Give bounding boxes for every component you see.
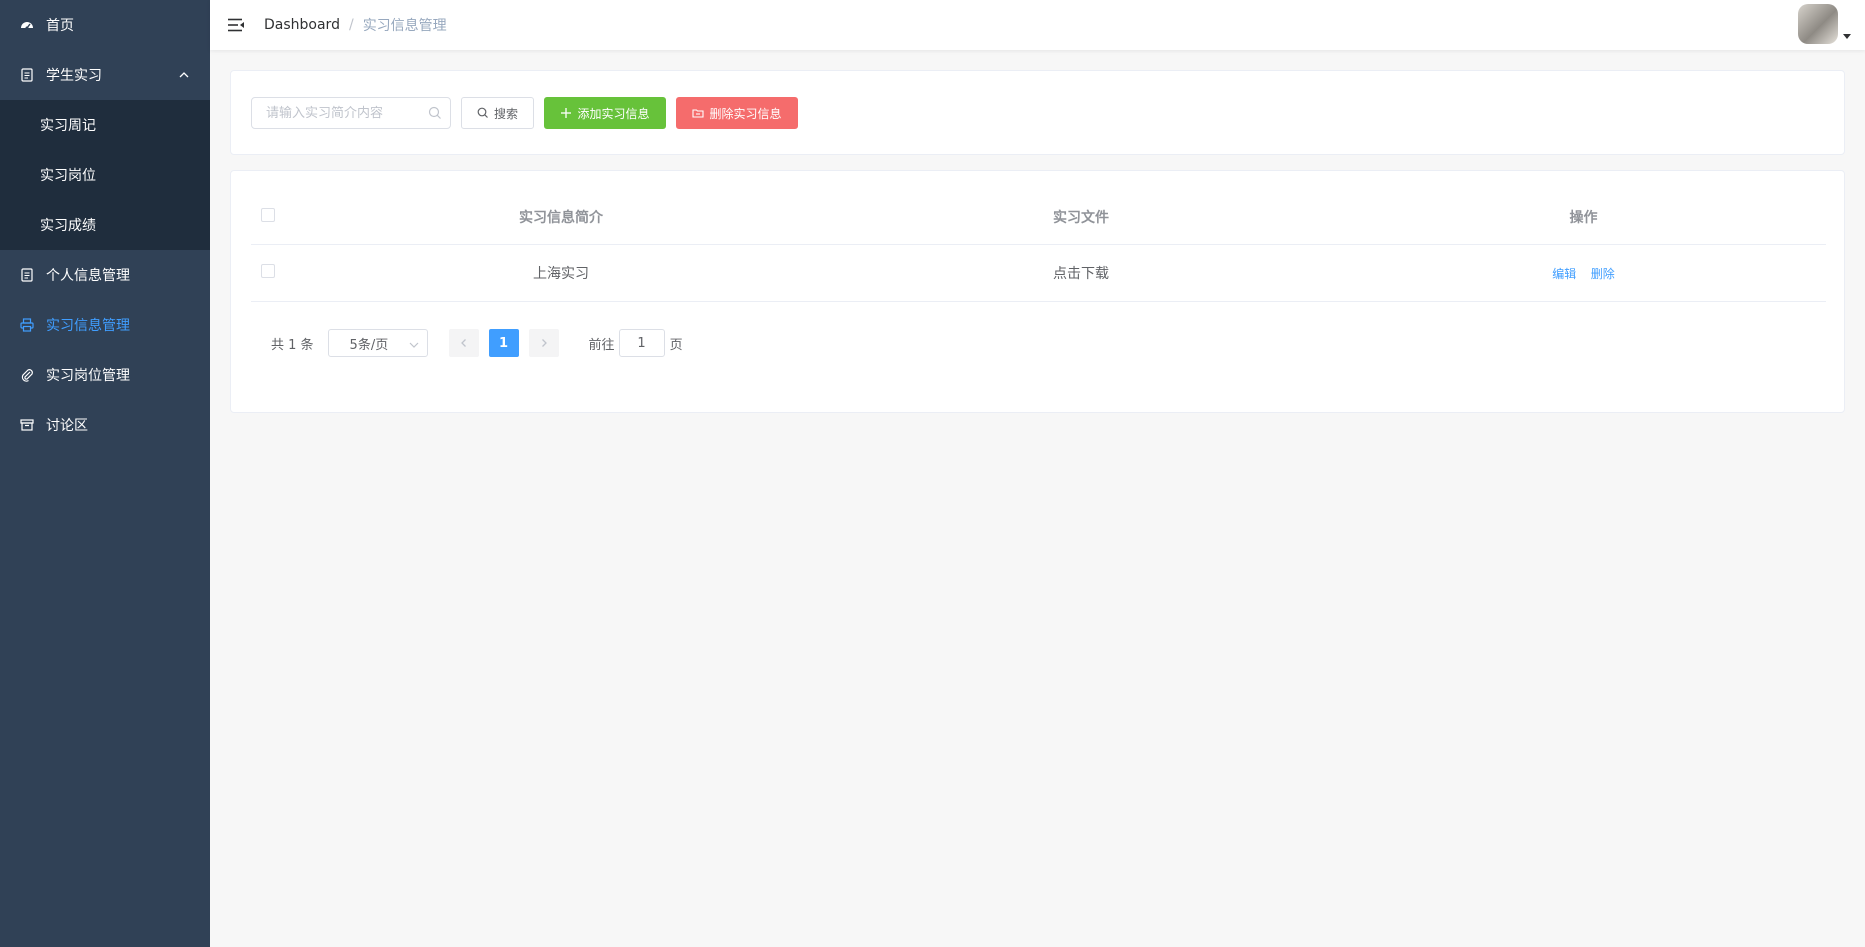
next-page-button[interactable] [528,329,559,357]
folder-delete-icon [692,107,705,119]
internship-table: 实习信息简介 实习文件 操作 上海实习 点击下载 编辑 删除 [251,189,1826,302]
dashboard-icon [20,18,34,32]
archive-icon [20,418,34,432]
sidebar-item-label: 实习岗位 [40,168,96,184]
goto-suffix: 页 [669,337,683,353]
breadcrumb: Dashboard / 实习信息管理 [264,15,447,35]
sidebar-item-label: 讨论区 [46,418,88,434]
column-header-intro: 实习信息简介 [519,209,603,226]
select-all-checkbox[interactable] [261,207,275,222]
sidebar: 首页 学生实习 实习周记 实习岗位 实习成绩 个人信息管理 实习信息管理 实习岗… [0,0,210,947]
caret-down-icon[interactable] [1841,30,1853,42]
pagination: 共 1 条 5条/页 1 前往 页 [271,329,683,357]
search-input-wrapper [251,97,451,129]
document-icon [20,68,34,82]
sidebar-item-internship-position[interactable]: 实习岗位 [0,150,210,200]
search-icon [477,107,489,119]
sidebar-item-label: 实习周记 [40,118,96,134]
navbar: Dashboard / 实习信息管理 [210,0,1865,50]
avatar[interactable] [1798,4,1838,44]
search-input[interactable] [252,98,450,128]
breadcrumb-dashboard[interactable]: Dashboard [264,17,340,33]
page-jumper: 前往 页 [589,329,683,357]
sidebar-item-weekly-log[interactable]: 实习周记 [0,100,210,150]
edit-link[interactable]: 编辑 [1552,267,1576,281]
plus-icon [560,107,572,119]
page-size-value: 5条/页 [349,337,389,353]
toolbar-card: 搜索 添加实习信息 删除实习信息 [230,70,1845,155]
prev-page-button[interactable] [448,329,479,357]
chevron-down-icon [409,339,419,349]
sidebar-item-internship-grade[interactable]: 实习成绩 [0,200,210,250]
download-link[interactable]: 点击下载 [821,263,1341,283]
sidebar-item-position-management[interactable]: 实习岗位管理 [0,350,210,400]
delete-button-label: 删除实习信息 [709,106,782,121]
cell-intro: 上海实习 [533,266,589,282]
sidebar-item-label: 实习岗位管理 [46,368,130,384]
sidebar-item-label: 实习成绩 [40,218,96,234]
search-button-label: 搜索 [494,106,519,121]
goto-page-input[interactable] [618,329,665,357]
add-internship-button[interactable]: 添加实习信息 [544,97,666,129]
hamburger-icon[interactable] [226,15,246,35]
sidebar-item-internship-info[interactable]: 实习信息管理 [0,300,210,350]
breadcrumb-current: 实习信息管理 [362,18,447,34]
add-button-label: 添加实习信息 [577,106,650,121]
column-header-actions: 操作 [1569,209,1598,226]
breadcrumb-separator: / [348,17,354,33]
sidebar-item-label: 学生实习 [46,68,102,84]
page-number-current[interactable]: 1 [488,329,519,357]
table-header: 实习信息简介 实习文件 操作 [251,189,1826,245]
user-menu[interactable] [1798,4,1853,44]
row-checkbox[interactable] [261,264,275,278]
sidebar-item-personal-info[interactable]: 个人信息管理 [0,250,210,300]
search-icon [428,106,442,120]
main-content: Dashboard / 实习信息管理 搜索 [210,0,1865,947]
sidebar-item-discussion[interactable]: 讨论区 [0,400,210,450]
sidebar-item-home[interactable]: 首页 [0,0,210,50]
sidebar-item-label: 首页 [46,18,74,34]
document-icon [20,268,34,282]
printer-icon [20,318,34,332]
delete-internship-button[interactable]: 删除实习信息 [676,97,798,129]
table-row: 上海实习 点击下载 编辑 删除 [251,245,1826,302]
search-button[interactable]: 搜索 [461,97,534,129]
delete-link[interactable]: 删除 [1591,267,1615,281]
pagination-total: 共 1 条 [271,337,314,353]
page-size-select[interactable]: 5条/页 [327,329,428,357]
chevron-up-icon [178,69,190,81]
toolbar: 搜索 添加实习信息 删除实习信息 [251,97,798,129]
submenu-student-internship: 实习周记 实习岗位 实习成绩 [0,100,210,250]
sidebar-item-student-internship[interactable]: 学生实习 [0,50,210,100]
goto-prefix: 前往 [588,337,615,353]
sidebar-item-label: 实习信息管理 [46,318,130,334]
table-card: 实习信息简介 实习文件 操作 上海实习 点击下载 编辑 删除 共 1 条 5条/… [230,170,1845,413]
paperclip-icon [20,368,34,382]
sidebar-item-label: 个人信息管理 [46,268,130,284]
column-header-file: 实习文件 [1053,209,1109,226]
